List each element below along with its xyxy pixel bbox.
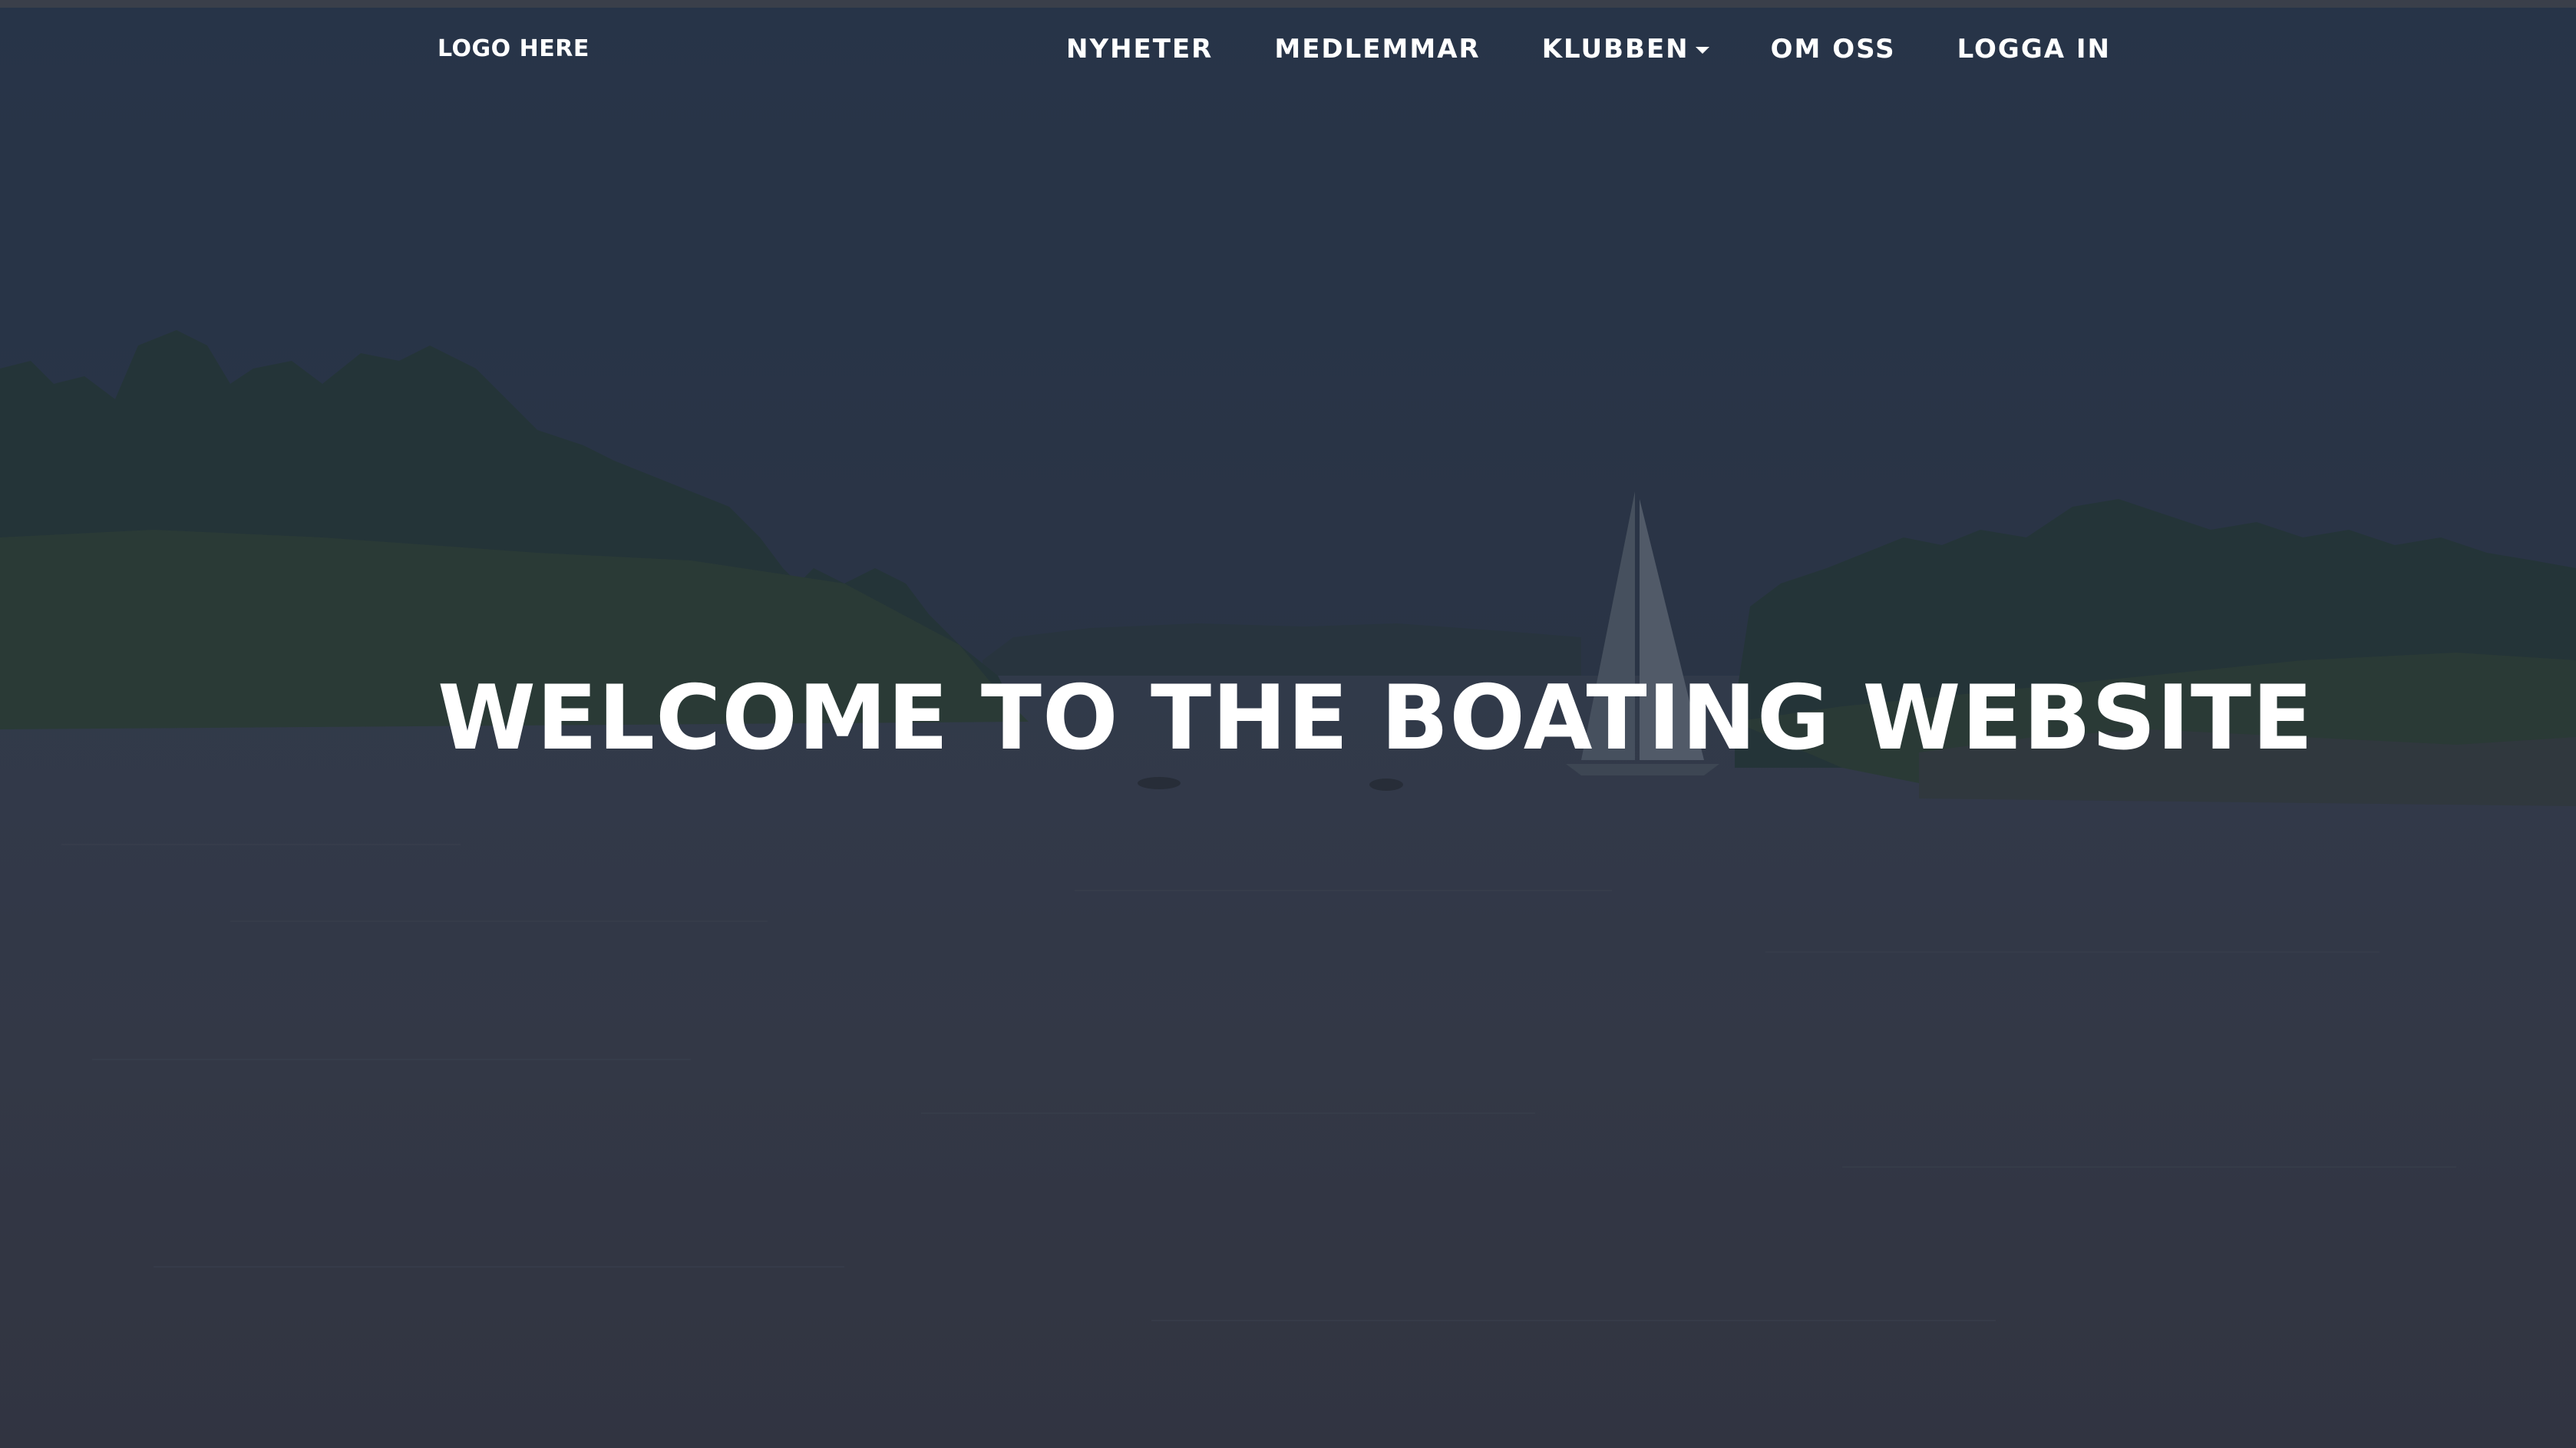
nav-item-klubben-dropdown[interactable]: KLUBBEN [1542,34,1709,64]
nav-item-nyheter[interactable]: NYHETER [1066,34,1213,64]
nav-item-label: OM OSS [1770,34,1896,64]
logo[interactable]: LOGO HERE [438,35,590,62]
nav-item-label: KLUBBEN [1541,34,1689,64]
nav-item-label: NYHETER [1066,34,1214,64]
nav-item-om-oss[interactable]: OM OSS [1771,34,1896,64]
nav-item-medlemmar[interactable]: MEDLEMMAR [1274,34,1480,64]
main-nav: NYHETER MEDLEMMAR KLUBBEN OM OSS LOGGA I… [1066,34,2111,64]
nav-item-label: LOGGA IN [1957,34,2111,64]
chevron-down-icon [1695,46,1709,54]
page: LOGO HERE NYHETER MEDLEMMAR KLUBBEN OM O… [0,0,2576,1448]
hero-title: WELCOME TO THE BOATING WEBSITE [438,666,2314,770]
nav-item-label: MEDLEMMAR [1274,34,1481,64]
nav-item-logga-in[interactable]: LOGGA IN [1957,34,2111,64]
navbar: LOGO HERE NYHETER MEDLEMMAR KLUBBEN OM O… [0,0,2576,100]
